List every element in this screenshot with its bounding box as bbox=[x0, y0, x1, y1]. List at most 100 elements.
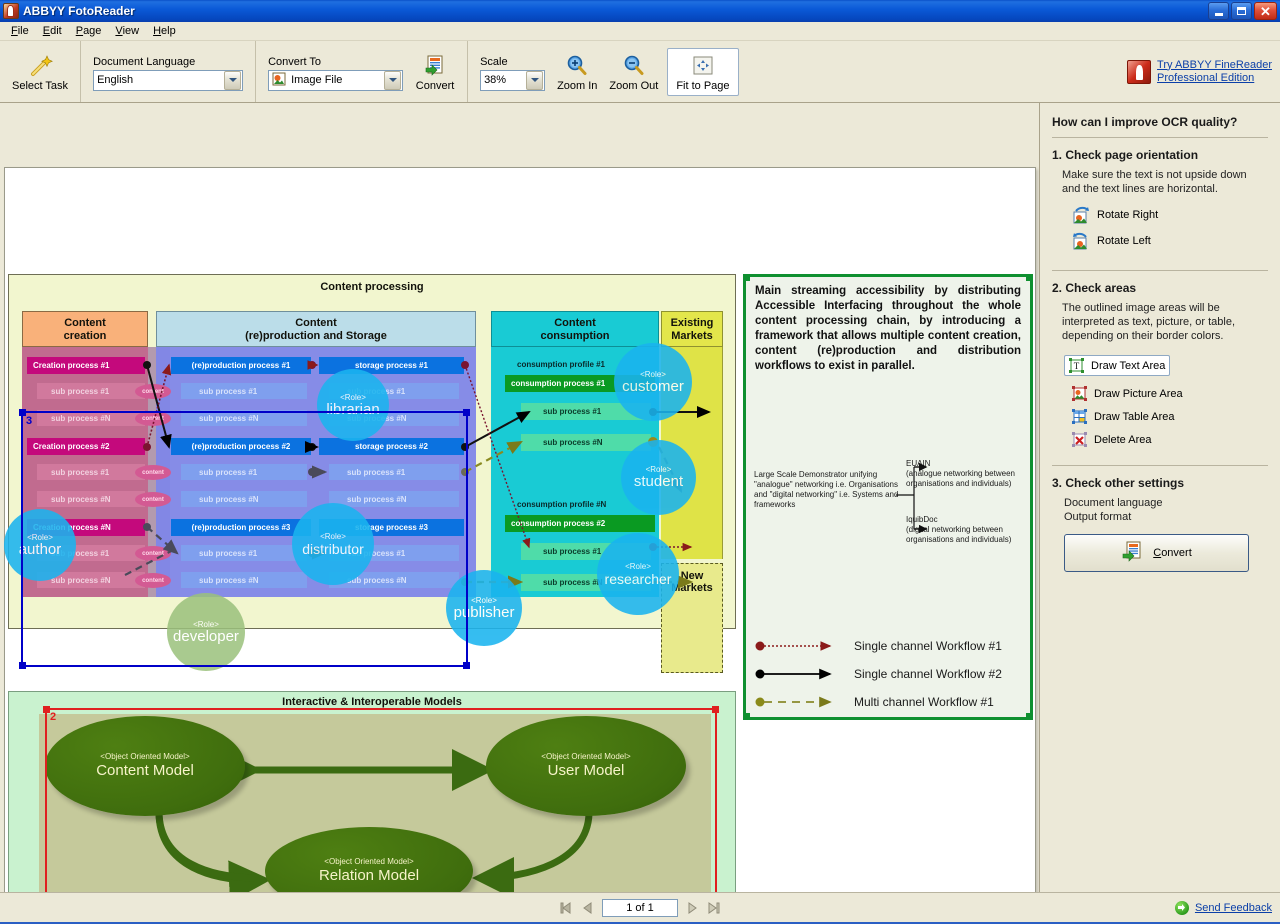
menu-item-edit[interactable]: Edit bbox=[36, 23, 69, 39]
model-name: Content Model bbox=[96, 762, 194, 779]
content-pill-6: content bbox=[135, 573, 171, 588]
promo-link-line2[interactable]: Professional Edition bbox=[1157, 72, 1272, 85]
zoom-out-icon bbox=[622, 52, 646, 80]
rotate-left-button[interactable]: Rotate Left bbox=[1068, 230, 1268, 252]
menu-item-view[interactable]: View bbox=[108, 23, 146, 39]
rotate-left-icon bbox=[1072, 232, 1090, 250]
storage-sub-2-1: sub process #1 bbox=[329, 464, 459, 480]
zoom-in-button[interactable]: Zoom In bbox=[551, 50, 603, 94]
resize-handle-bottom-left[interactable] bbox=[19, 662, 26, 669]
convert-button[interactable]: Convert bbox=[409, 50, 461, 94]
creation-sub-1-n: sub process #N bbox=[37, 410, 145, 426]
iquib-desc: (digital networking between organisation… bbox=[906, 525, 1012, 544]
text-area-handle-top-left[interactable] bbox=[743, 274, 750, 281]
model-name: User Model bbox=[547, 762, 625, 779]
legend-line-dashed-icon bbox=[755, 696, 832, 708]
convert-document-icon bbox=[1121, 541, 1145, 566]
magic-wand-icon bbox=[27, 52, 53, 80]
document-view-pane[interactable]: Content processing Content creation Conte… bbox=[0, 103, 1040, 892]
convert-to-select[interactable]: Image File bbox=[268, 69, 404, 91]
delete-area-button[interactable]: Delete Area bbox=[1068, 430, 1268, 449]
convert-to-value: Image File bbox=[291, 74, 343, 86]
menu-item-file[interactable]: FFileile bbox=[4, 23, 36, 39]
window-titlebar[interactable]: ABBYY FotoReader ✕ bbox=[0, 0, 1280, 22]
window-title: ABBYY FotoReader bbox=[23, 4, 135, 18]
svg-text:T: T bbox=[1074, 361, 1080, 371]
last-page-icon[interactable] bbox=[706, 900, 722, 916]
page-navigator: 1 of 1 bbox=[558, 898, 722, 917]
text-area-handle-top-right[interactable] bbox=[1026, 274, 1033, 281]
send-feedback-label[interactable]: Send Feedback bbox=[1195, 902, 1272, 914]
first-page-icon[interactable] bbox=[558, 900, 574, 916]
model-name: Relation Model bbox=[318, 867, 420, 884]
convert-to-field: Convert To Image File bbox=[262, 53, 409, 91]
model-tag: <Object Oriented Model> bbox=[100, 752, 190, 761]
legend-item-2: Single channel Workflow #2 bbox=[754, 660, 1028, 688]
text-area-handle-bottom-left[interactable] bbox=[743, 713, 750, 720]
convert-button-sidebar[interactable]: Convert bbox=[1064, 534, 1249, 572]
column-header-content-production: Content (re)production and Storage bbox=[156, 311, 476, 347]
chevron-down-icon[interactable] bbox=[526, 70, 544, 90]
rotate-right-icon bbox=[1072, 206, 1090, 224]
rotate-right-button[interactable]: Rotate Right bbox=[1068, 204, 1268, 226]
restore-icon[interactable] bbox=[1231, 2, 1252, 20]
page-number-input[interactable]: 1 of 1 bbox=[602, 898, 678, 917]
toolbar-group-convert: Convert To Image File Convert bbox=[256, 41, 469, 102]
role-librarian: <Role> librarian bbox=[317, 369, 389, 441]
zoom-in-icon bbox=[565, 52, 589, 80]
convert-to-label: Convert To bbox=[268, 55, 322, 68]
convert-label: Convert bbox=[415, 79, 455, 92]
draw-text-area-button[interactable]: T Draw Text Area bbox=[1064, 355, 1171, 376]
toolbar-group-zoom: Scale 38% Zoom In Zoom Out Fit to Page bbox=[468, 41, 747, 102]
euain-block: EUAIN (analogue networking between organ… bbox=[906, 459, 1031, 489]
close-icon[interactable]: ✕ bbox=[1254, 2, 1277, 20]
toolbar-group-language: Document Language English bbox=[81, 41, 257, 102]
fit-to-page-icon bbox=[691, 52, 715, 80]
column-header-existing-markets: Existing Markets bbox=[661, 311, 723, 347]
main-toolbar: Select Task Document Language English Co… bbox=[0, 41, 1280, 103]
model-node-content: <Object Oriented Model> Content Model bbox=[45, 716, 245, 816]
document-page[interactable]: Content processing Content creation Conte… bbox=[4, 167, 1036, 892]
abbyy-finereader-icon bbox=[1127, 59, 1152, 84]
production-sub-1-n: sub process #N bbox=[181, 410, 307, 426]
promo-banner[interactable]: Try ABBYY FineReader Professional Editio… bbox=[1127, 59, 1272, 85]
document-language-select[interactable]: English bbox=[93, 69, 244, 91]
send-feedback[interactable]: Send Feedback bbox=[1174, 900, 1272, 915]
text-area-handle-bottom-right[interactable] bbox=[1026, 713, 1033, 720]
fit-to-page-button[interactable]: Fit to Page bbox=[667, 47, 739, 96]
text-area-block[interactable]: Main streaming accessibility by distribu… bbox=[743, 274, 1033, 720]
select-task-button[interactable]: Select Task bbox=[6, 50, 74, 94]
chevron-down-icon[interactable] bbox=[384, 70, 402, 90]
role-publisher: <Role> publisher bbox=[446, 570, 522, 646]
lsd-description: Large Scale Demonstrator unifying "analo… bbox=[754, 470, 899, 509]
chevron-down-icon[interactable] bbox=[224, 70, 242, 90]
divider bbox=[1052, 137, 1268, 138]
zoom-out-button[interactable]: Zoom Out bbox=[603, 50, 664, 94]
ocr-help-pane: How can I improve OCR quality? 1. Check … bbox=[1040, 103, 1280, 892]
role-tag: <Role> bbox=[320, 531, 346, 541]
draw-table-area-button[interactable]: Draw Table Area bbox=[1068, 407, 1268, 426]
scale-select[interactable]: 38% bbox=[480, 69, 546, 91]
convert-document-icon bbox=[423, 52, 447, 80]
next-page-icon[interactable] bbox=[684, 900, 700, 916]
promo-link-line1[interactable]: Try ABBYY FineReader bbox=[1157, 59, 1272, 72]
resize-handle-bottom-right[interactable] bbox=[463, 662, 470, 669]
draw-table-area-icon bbox=[1072, 409, 1087, 424]
menu-item-help[interactable]: Help bbox=[146, 23, 183, 39]
menu-item-page[interactable]: Page bbox=[69, 23, 109, 39]
content-pill-3: content bbox=[135, 465, 171, 480]
legend-line-solid-icon bbox=[755, 668, 832, 680]
model-tag: <Object Oriented Model> bbox=[324, 857, 414, 866]
rotate-right-label: Rotate Right bbox=[1097, 209, 1159, 221]
production-process-2: (re)production process #2 bbox=[171, 438, 311, 455]
draw-picture-area-button[interactable]: Draw Picture Area bbox=[1068, 384, 1268, 403]
abbyy-logo-icon bbox=[3, 3, 19, 19]
legend-line-dotted-icon bbox=[755, 641, 832, 651]
minimize-icon[interactable] bbox=[1208, 2, 1229, 20]
role-tag: <Role> bbox=[625, 561, 651, 571]
role-developer: <Role> developer bbox=[167, 593, 245, 671]
creation-sub-1-1: sub process #1 bbox=[37, 383, 145, 399]
role-customer: <Role> customer bbox=[614, 343, 692, 421]
prev-page-icon[interactable] bbox=[580, 900, 596, 916]
window-controls: ✕ bbox=[1208, 2, 1277, 20]
